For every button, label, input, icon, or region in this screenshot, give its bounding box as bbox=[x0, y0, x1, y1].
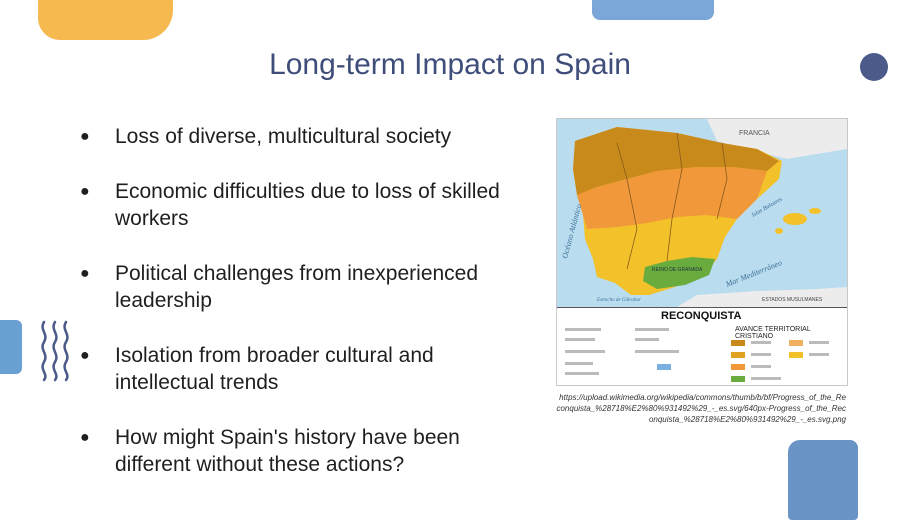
decor-squiggle-icon bbox=[41, 320, 69, 382]
map-label-estrecho: Estrecho de Gibraltar bbox=[596, 298, 641, 303]
decor-blue-left-shape bbox=[0, 320, 22, 374]
bullet-dot-icon: ● bbox=[80, 183, 90, 200]
bullet-text: Isolation from broader cultural and inte… bbox=[115, 344, 434, 394]
decor-blue-top-shape bbox=[592, 0, 714, 20]
bullet-list: ● Loss of diverse, multicultural society… bbox=[80, 118, 520, 478]
bullet-item: ● Economic difficulties due to loss of s… bbox=[80, 178, 520, 232]
bullet-text: Economic difficulties due to loss of ski… bbox=[115, 180, 500, 230]
bullet-dot-icon: ● bbox=[80, 128, 90, 145]
decor-blue-bottom-shape bbox=[788, 440, 858, 520]
image-source-url: https://upload.wikimedia.org/wikipedia/c… bbox=[556, 393, 846, 424]
map-graphic: FRANCIA Océano Atlántico Mar Mediterráne… bbox=[557, 119, 847, 307]
bullet-text: How might Spain's history have been diff… bbox=[115, 426, 460, 476]
map-label-granada: REINO DE GRANADA bbox=[652, 267, 703, 273]
map-label-francia: FRANCIA bbox=[739, 130, 770, 137]
reconquista-map: FRANCIA Océano Atlántico Mar Mediterráne… bbox=[556, 118, 848, 386]
bullet-text: Loss of diverse, multicultural society bbox=[115, 125, 452, 148]
map-label-estados: ESTADOS MUSULMANES bbox=[762, 297, 823, 303]
decor-yellow-shape bbox=[38, 0, 173, 40]
bullet-dot-icon: ● bbox=[80, 347, 90, 364]
bullet-item: ● Political challenges from inexperience… bbox=[80, 260, 520, 314]
map-legend: RECONQUISTA AVANCE TERRITORIAL CRISTIANO bbox=[557, 307, 847, 385]
bullet-dot-icon: ● bbox=[80, 265, 90, 282]
bullet-item: ● Isolation from broader cultural and in… bbox=[80, 342, 520, 396]
slide-title: Long-term Impact on Spain bbox=[269, 48, 631, 81]
bullet-item: ● Loss of diverse, multicultural society bbox=[80, 123, 520, 150]
legend-swatches bbox=[565, 328, 829, 382]
bullet-item: ● How might Spain's history have been di… bbox=[80, 424, 520, 478]
bullet-dot-icon: ● bbox=[80, 429, 90, 446]
bullet-text: Political challenges from inexperienced … bbox=[115, 262, 479, 312]
